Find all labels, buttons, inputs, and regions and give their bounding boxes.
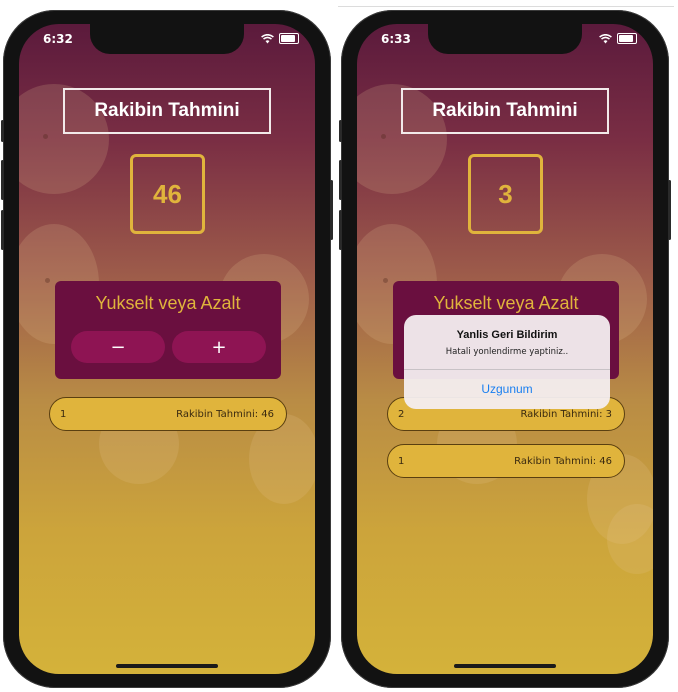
home-indicator[interactable] [454,664,556,668]
app-screen-left: 6:32 Rakibin Tahmini 46 Yukselt veya Aza… [19,24,315,674]
wifi-icon [261,33,274,43]
notch [90,24,244,54]
phone-frame-right: 6:33 Rakibin Tahmini 3 Yukselt veya Azal… [339,10,671,688]
log-item-text: Rakibin Tahmini: 46 [176,408,274,420]
guess-log-item: 1 Rakibin Tahmini: 46 [49,397,287,431]
status-icons [599,33,637,44]
increase-button[interactable]: + [172,331,266,363]
decrease-button[interactable]: − [71,331,165,363]
log-item-index: 1 [398,455,405,467]
page-title: Rakibin Tahmini [401,88,609,134]
wifi-icon [599,33,612,43]
battery-icon [279,33,299,44]
opponent-guess-display: 3 [468,154,543,234]
adjust-panel-label: Yukselt veya Azalt [433,293,579,313]
adjust-panel-label: Yukselt veya Azalt [95,293,241,313]
status-icons [261,33,299,44]
guess-log-item: 1 Rakibin Tahmini: 46 [387,444,625,478]
notch [428,24,582,54]
status-time: 6:33 [381,32,411,46]
log-item-index: 1 [60,408,67,420]
adjust-panel: Yukselt veya Azalt − + [55,281,281,379]
status-time: 6:32 [43,32,73,46]
log-item-text: Rakibin Tahmini: 46 [514,455,612,467]
app-screen-right: 6:33 Rakibin Tahmini 3 Yukselt veya Azal… [357,24,653,674]
log-item-text: Rakibin Tahmini: 3 [520,408,612,420]
alert-dialog: Yanlis Geri Bildirim Hatali yonlendirme … [404,315,610,409]
phone-frame-left: 6:32 Rakibin Tahmini 46 Yukselt veya Aza… [1,10,333,688]
battery-icon [617,33,637,44]
alert-message: Hatali yonlendirme yaptiniz.. [445,347,569,357]
top-divider-line [338,6,674,7]
home-indicator[interactable] [116,664,218,668]
log-item-index: 2 [398,408,405,420]
opponent-guess-display: 46 [130,154,205,234]
alert-confirm-button[interactable]: Uzgunum [404,369,610,409]
page-title: Rakibin Tahmini [63,88,271,134]
alert-title: Yanlis Geri Bildirim [456,329,558,341]
